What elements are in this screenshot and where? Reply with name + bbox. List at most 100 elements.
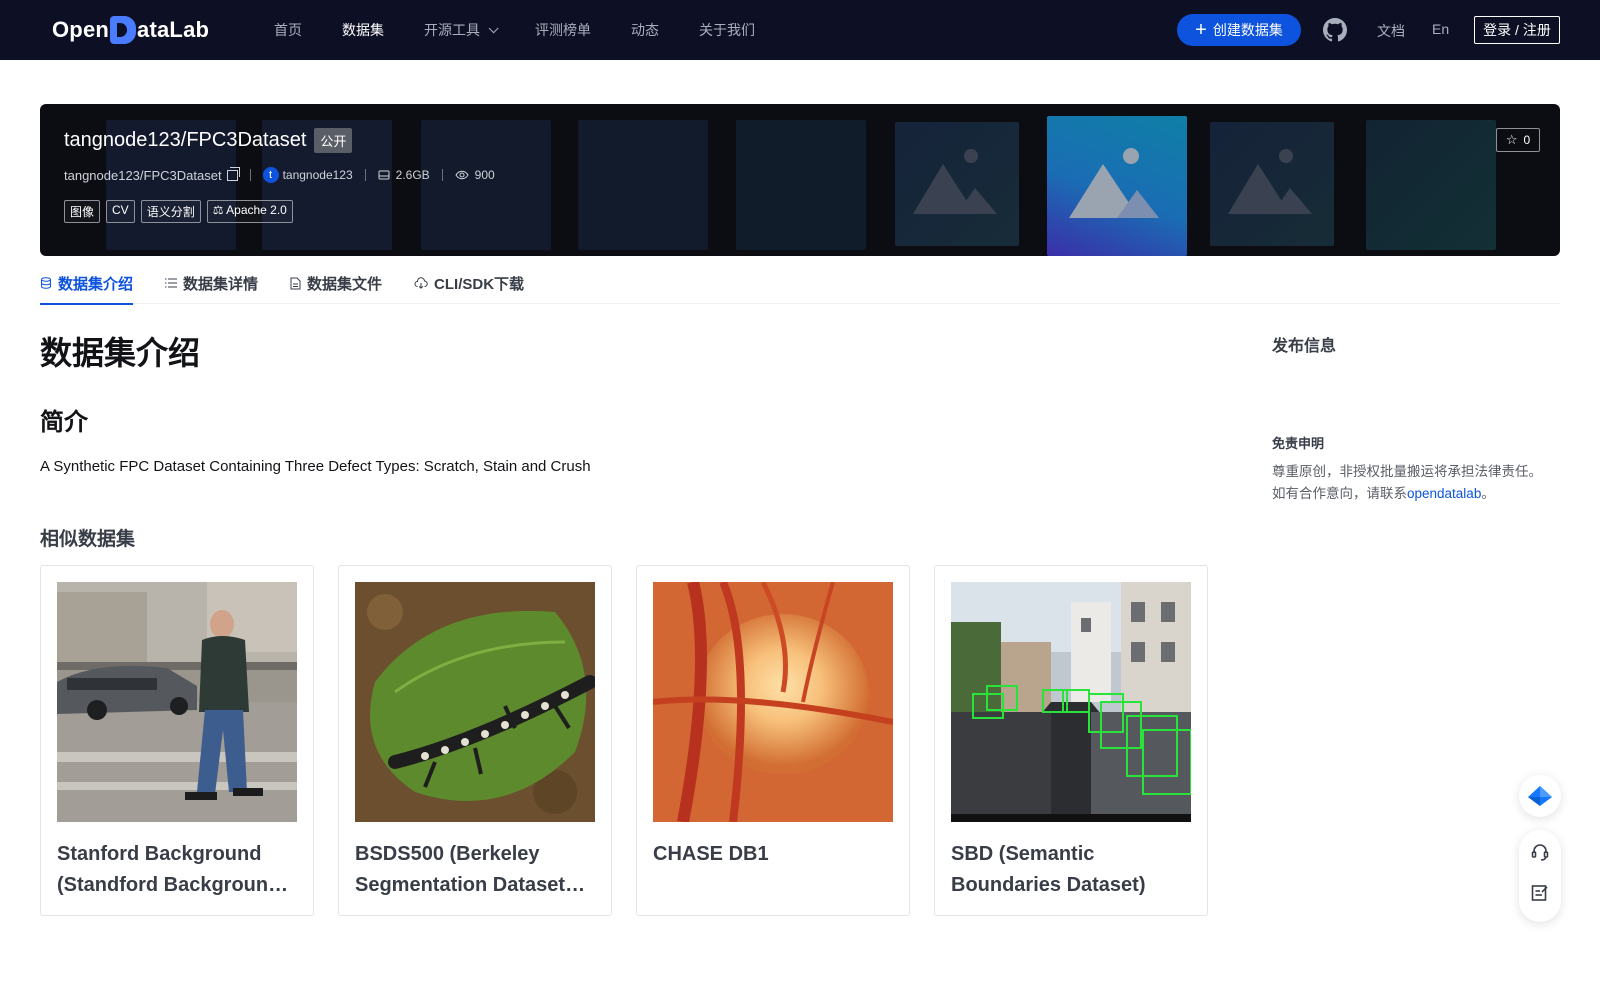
disk-icon	[378, 170, 390, 180]
dataset-cover-image	[951, 582, 1191, 822]
top-navbar: Open ataLab 首页 数据集 开源工具 评测榜单 动态 关于我们 + 创建数…	[0, 0, 1600, 60]
disclaimer-title: 免责申明	[1272, 436, 1325, 451]
disclaimer-line: 尊重原创，非授权批量搬运将承担法律责任。	[1272, 464, 1542, 479]
avatar[interactable]: t	[262, 167, 279, 183]
dataset-title: tangnode123/FPC3Dataset	[64, 129, 307, 151]
tab-details[interactable]: 数据集详情	[165, 262, 258, 304]
star-count: 0	[1523, 133, 1531, 147]
nav-leaderboard[interactable]: 评测榜单	[535, 20, 591, 40]
similar-dataset-card[interactable]: CHASE DB1	[636, 565, 910, 916]
similar-dataset-card[interactable]: Stanford Background (Standford Backgroun…	[40, 565, 314, 916]
disclaimer-text: 尊重原创，非授权批量搬运将承担法律责任。 如有合作意向，请联系opendatal…	[1272, 461, 1562, 505]
dataset-tags: 图像 CV 语义分割 ⚖ Apache 2.0	[64, 200, 299, 223]
dataset-name: CHASE DB1	[653, 843, 769, 865]
nav-tools[interactable]: 开源工具	[424, 20, 499, 40]
star-icon: ☆	[1505, 132, 1518, 147]
tab-details-label: 数据集详情	[183, 275, 259, 293]
dataset-meta: tangnode123/FPC3Dataset t tangnode123 2.…	[64, 166, 495, 183]
tab-cli-sdk-label: CLI/SDK下载	[434, 275, 525, 293]
login-register-button[interactable]: 登录 / 注册	[1474, 16, 1560, 44]
dataset-size: 2.6GB	[395, 168, 430, 182]
disclaimer-suffix: 。	[1481, 486, 1495, 501]
feedback-button[interactable]	[1529, 882, 1551, 904]
cloud-download-icon	[414, 277, 428, 289]
license-label: Apache 2.0	[226, 203, 287, 217]
nav-home-label: 首页	[274, 22, 302, 38]
scale-icon: ⚖	[212, 203, 224, 217]
nav-home[interactable]: 首页	[274, 20, 302, 40]
image-placeholder-icon	[895, 122, 1019, 246]
divider	[249, 169, 251, 181]
image-placeholder-icon	[1047, 116, 1187, 256]
page-title: 数据集介绍	[40, 335, 201, 371]
hero-thumbnail	[736, 120, 866, 250]
nav-news-label: 动态	[631, 22, 659, 38]
headset-icon	[1531, 844, 1549, 861]
back-to-top-button[interactable]	[1519, 775, 1561, 817]
docs-link[interactable]: 文档	[1377, 21, 1405, 41]
back-to-top-icon	[1528, 786, 1552, 806]
owner-name[interactable]: tangnode123	[283, 168, 353, 182]
dataset-title-row: tangnode123/FPC3Dataset 公开	[64, 128, 353, 153]
tag-cv[interactable]: CV	[106, 200, 135, 223]
file-icon	[290, 277, 301, 289]
divider	[364, 169, 366, 181]
disclaimer-contact-line: 如有合作意向，请联系opendatalab。	[1272, 483, 1562, 505]
chevron-down-icon	[488, 22, 499, 33]
nav-about-label: 关于我们	[699, 22, 755, 38]
view-count: 900	[474, 168, 495, 182]
similar-datasets-title: 相似数据集	[40, 529, 136, 550]
list-icon	[165, 278, 178, 288]
dataset-hero-banner: tangnode123/FPC3Dataset 公开 tangnode123/F…	[40, 104, 1560, 256]
github-icon[interactable]	[1323, 18, 1347, 42]
image-placeholder-icon	[1210, 122, 1334, 246]
dataset-cover-image	[355, 582, 595, 822]
feedback-icon	[1531, 885, 1548, 901]
tab-intro-label: 数据集介绍	[58, 275, 134, 293]
create-dataset-label: 创建数据集	[1212, 22, 1283, 38]
similar-dataset-card[interactable]: BSDS500 (Berkeley Segmentation Dataset 5…	[338, 565, 612, 916]
nav-leaderboard-label: 评测榜单	[535, 22, 591, 38]
tag-semantic-segmentation[interactable]: 语义分割	[140, 200, 201, 223]
intro-section-title: 简介	[40, 409, 88, 436]
release-info-title: 发布信息	[1272, 338, 1337, 355]
floating-tools	[1519, 830, 1561, 922]
intro-description: A Synthetic FPC Dataset Containing Three…	[40, 458, 591, 475]
dataset-tabs: 数据集介绍 数据集详情 数据集文件 CLI/SDK下载	[40, 262, 1560, 305]
language-switch[interactable]: En	[1432, 21, 1449, 37]
tab-files-label: 数据集文件	[307, 275, 383, 293]
hero-thumbnail	[1366, 120, 1496, 250]
main-menu: 首页 数据集 开源工具 评测榜单 动态 关于我们	[274, 0, 795, 60]
nav-datasets[interactable]: 数据集	[342, 20, 384, 40]
create-dataset-button[interactable]: + 创建数据集	[1177, 14, 1301, 46]
dataset-path: tangnode123/FPC3Dataset	[64, 167, 222, 183]
similar-dataset-card[interactable]: SBD (Semantic Boundaries Dataset)	[934, 565, 1208, 916]
nav-news[interactable]: 动态	[631, 20, 659, 40]
eye-icon	[455, 170, 469, 180]
logo-text-rest: ataLab	[137, 17, 210, 42]
logo[interactable]: Open ataLab	[52, 16, 209, 44]
hero-thumbnail	[578, 120, 708, 250]
dataset-name: Stanford Background (Standford Backgroun…	[57, 843, 281, 896]
tab-intro[interactable]: 数据集介绍	[40, 262, 134, 305]
license-tag[interactable]: ⚖ Apache 2.0	[206, 200, 293, 223]
tab-files[interactable]: 数据集文件	[290, 262, 382, 304]
dataset-cover-image	[57, 582, 297, 822]
plus-icon: +	[1195, 19, 1207, 41]
database-icon	[41, 277, 51, 289]
visibility-badge: 公开	[314, 128, 353, 153]
nav-datasets-label: 数据集	[342, 22, 384, 38]
customer-service-button[interactable]	[1529, 841, 1551, 863]
copy-icon[interactable]	[226, 166, 240, 181]
dataset-name: BSDS500 (Berkeley Segmentation Dataset 5…	[355, 843, 566, 896]
dataset-cover-image	[653, 582, 893, 822]
tag-image[interactable]: 图像	[64, 200, 101, 223]
nav-about[interactable]: 关于我们	[699, 20, 755, 40]
star-button[interactable]: ☆ 0	[1496, 128, 1540, 152]
contact-link[interactable]: opendatalab	[1407, 486, 1481, 501]
nav-tools-label: 开源工具	[424, 22, 480, 38]
hero-thumbnail	[421, 120, 551, 250]
disclaimer-prefix: 如有合作意向，请联系	[1272, 486, 1407, 501]
tab-cli-sdk[interactable]: CLI/SDK下载	[414, 262, 524, 304]
logo-mark-icon	[110, 16, 137, 44]
